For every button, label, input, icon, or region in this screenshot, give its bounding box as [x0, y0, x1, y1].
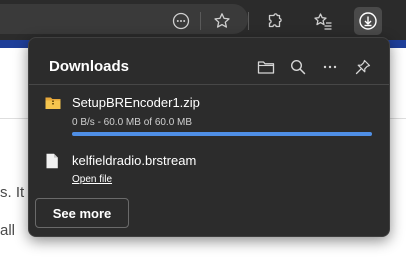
open-file-link[interactable]: Open file	[72, 174, 112, 185]
download-file-name[interactable]: kelfieldradio.brstream	[72, 153, 196, 168]
download-progress-fill	[72, 132, 372, 136]
page-text-fragment: s. It	[0, 184, 25, 201]
toolbar-separator	[248, 12, 249, 30]
downloads-flyout: Downloads SetupBREncoder1.zip 0 B/s - 60…	[28, 37, 390, 237]
pin-icon[interactable]	[350, 54, 376, 80]
download-item[interactable]: SetupBREncoder1.zip 0 B/s - 60.0 MB of 6…	[29, 90, 389, 140]
browser-toolbar	[0, 0, 406, 40]
toolbar-separator	[200, 12, 201, 30]
downloads-icon[interactable]	[354, 7, 382, 35]
more-options-icon[interactable]	[168, 8, 194, 34]
download-file-name[interactable]: SetupBREncoder1.zip	[72, 95, 200, 110]
download-progress-bar	[72, 132, 372, 136]
document-icon	[45, 153, 59, 174]
see-more-button[interactable]: See more	[35, 198, 129, 228]
download-item[interactable]: kelfieldradio.brstream Open file	[29, 148, 389, 196]
folder-icon[interactable]	[253, 54, 279, 80]
favorite-icon[interactable]	[209, 8, 235, 34]
search-icon[interactable]	[285, 54, 311, 80]
favorites-icon[interactable]	[310, 8, 336, 34]
downloads-title: Downloads	[49, 58, 130, 75]
download-status: 0 B/s - 60.0 MB of 60.0 MB	[72, 117, 193, 128]
page-text-fragment: all	[0, 222, 16, 239]
extensions-icon[interactable]	[262, 8, 288, 34]
zip-folder-icon	[45, 96, 61, 115]
flyout-divider	[29, 84, 389, 85]
more-icon[interactable]	[317, 54, 343, 80]
